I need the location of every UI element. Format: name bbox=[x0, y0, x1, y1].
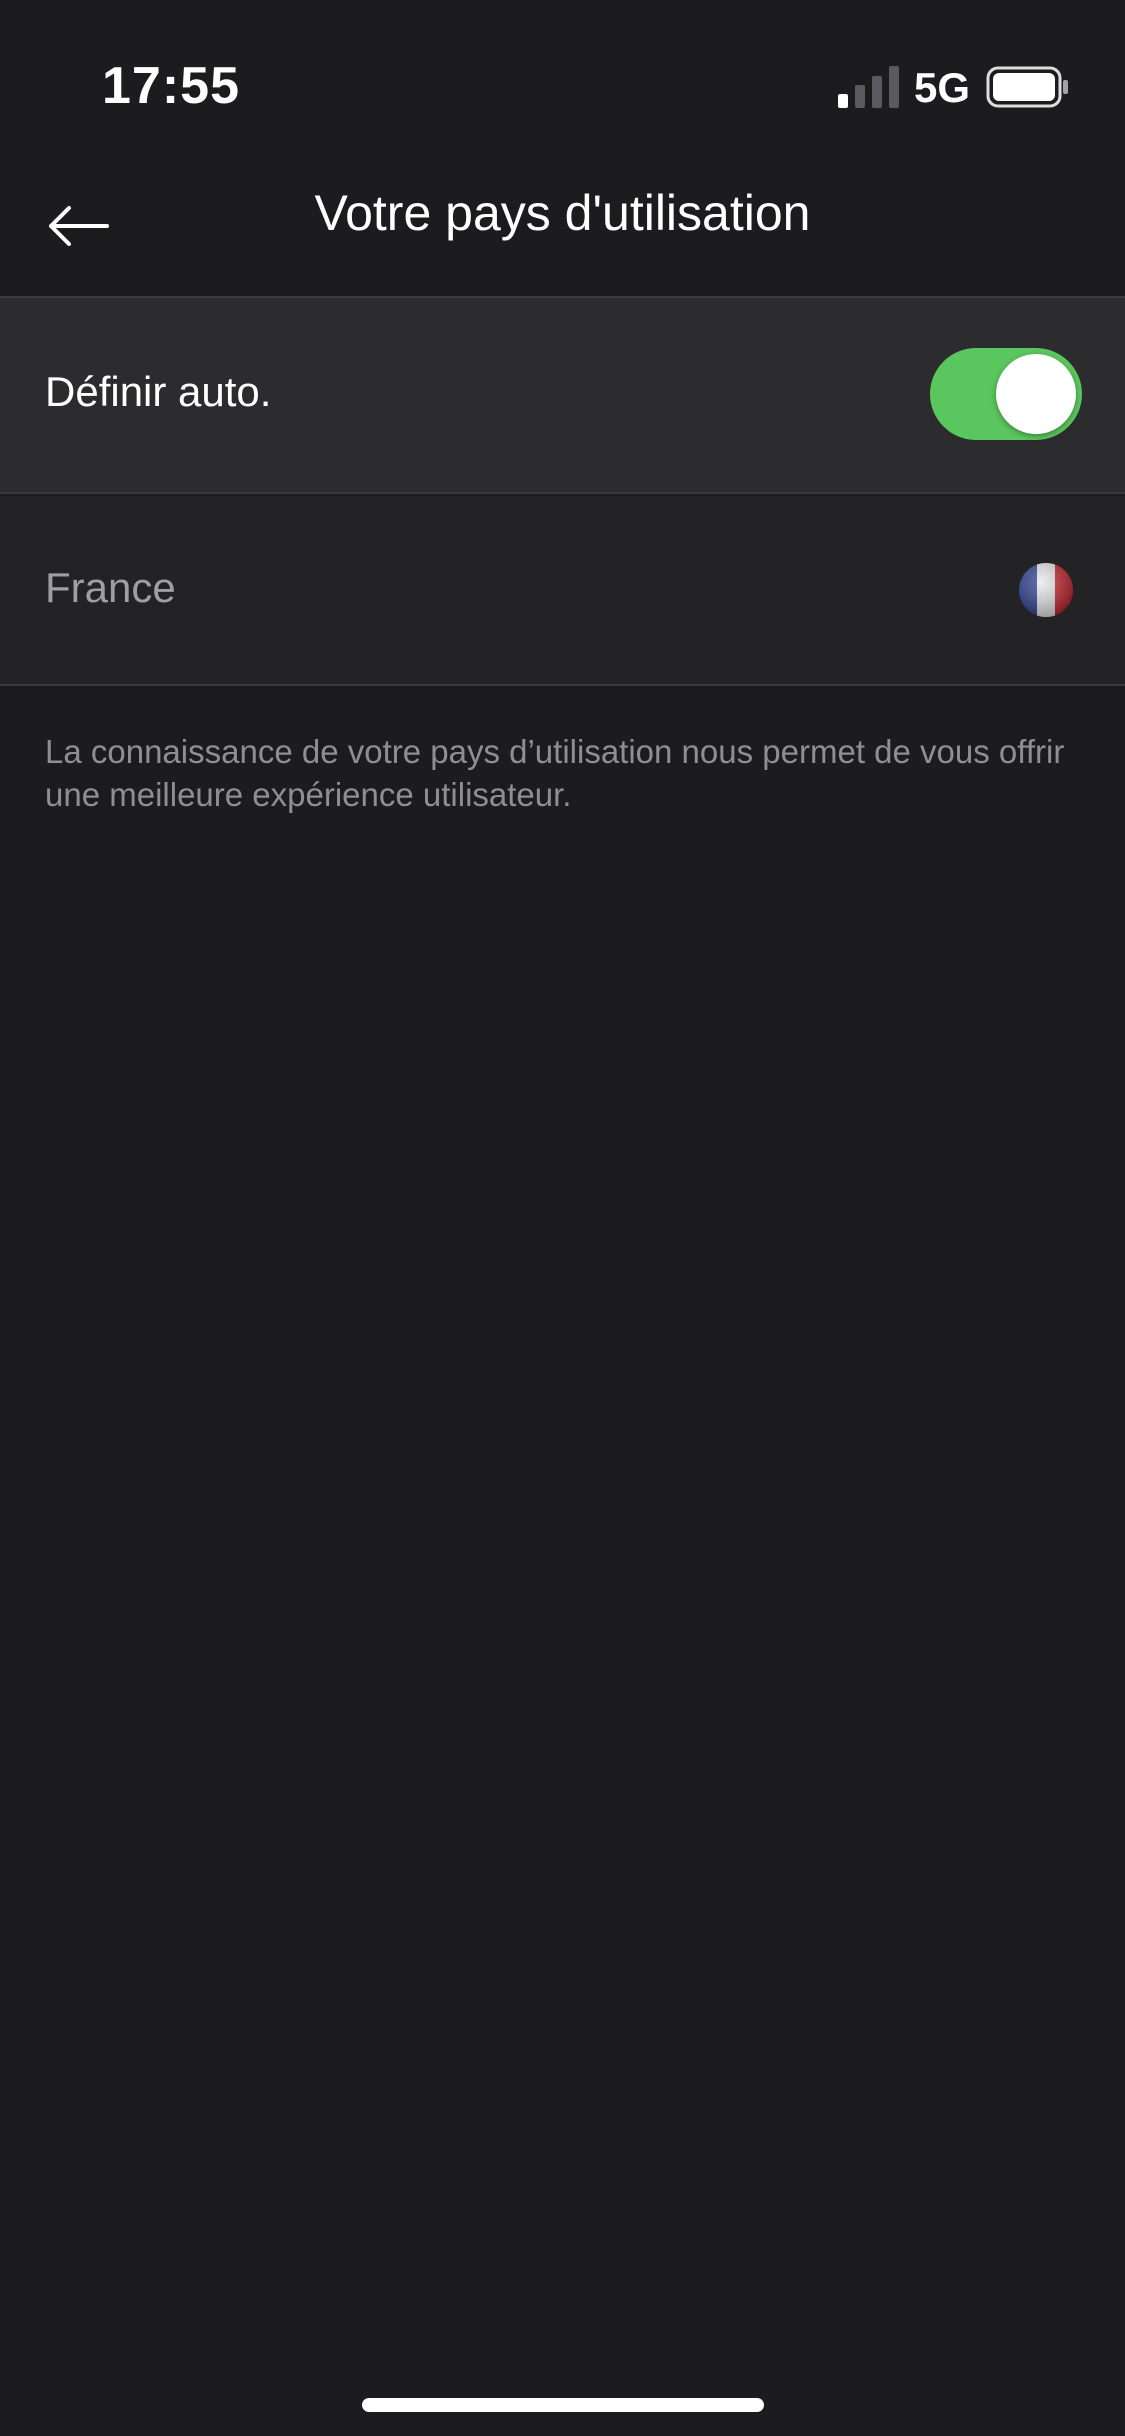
description-text: La connaissance de votre pays d’utilisat… bbox=[45, 733, 1065, 813]
arrow-left-icon bbox=[49, 206, 109, 246]
auto-country-toggle[interactable] bbox=[930, 348, 1082, 440]
network-type: 5G bbox=[914, 64, 971, 111]
nav-header: Votre pays d'utilisation bbox=[0, 150, 1125, 298]
battery-icon bbox=[986, 66, 1068, 108]
status-bar: 17:55 5G bbox=[0, 0, 1125, 150]
auto-country-label: Définir auto. bbox=[45, 368, 272, 415]
status-time: 17:55 bbox=[102, 57, 240, 115]
france-flag-icon bbox=[1019, 563, 1073, 617]
page-title: Votre pays d'utilisation bbox=[314, 185, 811, 241]
auto-country-row: Définir auto. bbox=[0, 298, 1125, 494]
cellular-signal-icon bbox=[838, 66, 899, 108]
screen: 17:55 5G Votre pays d'utilisation Défini… bbox=[0, 0, 1125, 2436]
toggle-knob bbox=[996, 354, 1076, 434]
back-button[interactable] bbox=[30, 178, 126, 274]
country-row[interactable]: France bbox=[0, 496, 1125, 686]
home-indicator bbox=[362, 2398, 764, 2412]
country-label: France bbox=[45, 564, 176, 611]
